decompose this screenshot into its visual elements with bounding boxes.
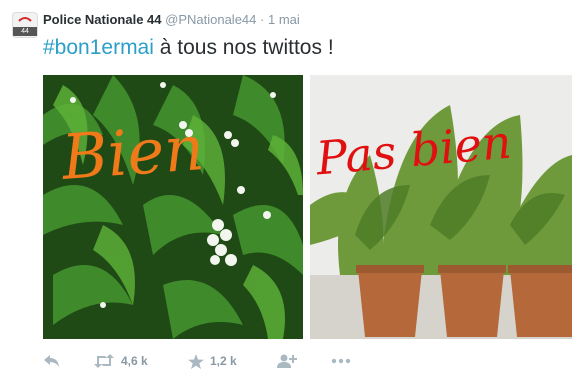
police-logo-icon <box>18 17 32 22</box>
tweet-header: Police Nationale 44 @PNationale44 · 1 ma… <box>43 12 300 28</box>
favorite-button[interactable]: 1,2 k <box>188 351 237 371</box>
reply-icon <box>44 355 59 367</box>
photo-cannabis-plants[interactable] <box>310 75 572 339</box>
tweet-timestamp[interactable]: 1 mai <box>268 12 300 27</box>
favorite-count: 1,2 k <box>210 354 237 368</box>
star-icon <box>188 353 204 369</box>
hashtag-link[interactable]: #bon1ermai <box>43 36 154 59</box>
author-handle[interactable]: @PNationale44 <box>165 12 256 27</box>
author-name[interactable]: Police Nationale 44 <box>43 12 162 27</box>
avatar-number: 44 <box>13 27 37 36</box>
more-icon <box>331 358 351 364</box>
more-options-button[interactable] <box>331 351 351 371</box>
separator-dot: · <box>260 12 265 27</box>
cannabis-photo-graphic <box>310 75 572 339</box>
tweet-body-text: à tous nos twittos ! <box>153 36 334 59</box>
reply-button[interactable] <box>43 351 61 371</box>
caption-bien: Bien <box>59 111 207 194</box>
tweet-text: #bon1ermai à tous nos twittos ! <box>43 33 334 63</box>
follow-button[interactable] <box>277 351 297 371</box>
retweet-icon <box>94 354 114 368</box>
tweet-actions: 4,6 k 1,2 k <box>43 351 563 371</box>
avatar[interactable]: 44 <box>12 12 38 38</box>
retweet-button[interactable]: 4,6 k <box>93 351 148 371</box>
retweet-count: 4,6 k <box>121 354 148 368</box>
add-user-icon <box>277 354 297 368</box>
